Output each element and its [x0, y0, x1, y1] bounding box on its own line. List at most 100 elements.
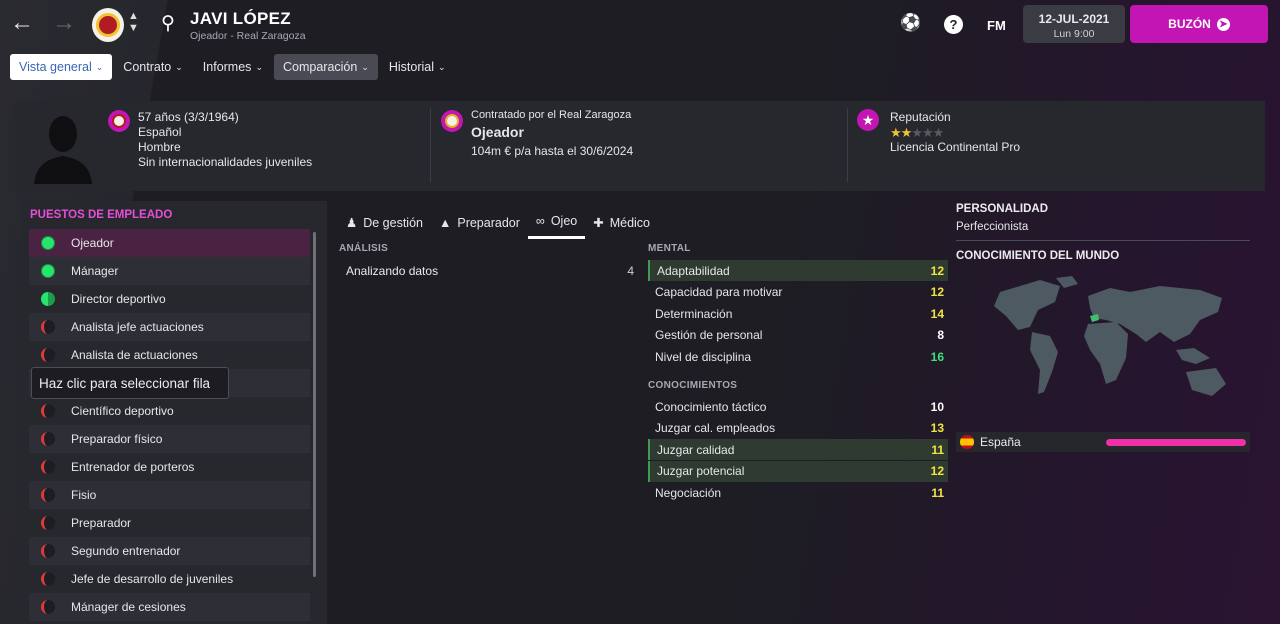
menu-contrato[interactable]: Contrato ⌄	[114, 54, 192, 80]
position-row[interactable]: Mánager de cesiones	[29, 593, 310, 621]
menu-label: Comparación	[282, 60, 358, 74]
menu-label: Contrato	[123, 60, 172, 74]
position-row[interactable]: Analista jefe actuaciones	[29, 313, 310, 341]
attribute-value: 8	[937, 328, 944, 343]
attribute-value: 10	[930, 399, 944, 414]
suitability-indicator	[41, 488, 55, 502]
attribute-row[interactable]: Negociación 11	[648, 482, 948, 503]
attribute-row[interactable]: Juzgar cal. empleados 13	[648, 418, 948, 439]
age-text: 57 años (3/3/1964)	[138, 110, 239, 124]
position-label: Preparador físico	[71, 432, 163, 446]
date-display[interactable]: 12-JUL-2021 Lun 9:00	[1023, 5, 1125, 43]
position-label: Mánager de cesiones	[71, 600, 186, 614]
attribute-value: 11	[931, 485, 944, 500]
inbox-button[interactable]: BUZÓN ➤	[1130, 5, 1268, 43]
star-icon: ★	[932, 125, 945, 140]
attribute-row[interactable]: Determinación 14	[648, 303, 948, 324]
binoculars-icon: ∞	[535, 214, 545, 228]
menu-comparacion[interactable]: Comparación ⌄	[273, 54, 378, 80]
position-label: Entrenador de porteros	[71, 460, 195, 474]
globe-ball-icon[interactable]: ⚽	[900, 13, 921, 33]
attribute-row[interactable]: Juzgar potencial 12	[648, 460, 948, 482]
position-row[interactable]: Jefe de desarrollo de juveniles	[29, 565, 310, 593]
fm-logo[interactable]: FM	[987, 18, 1006, 33]
tab-de-gestion[interactable]: ♟ De gestión	[338, 206, 431, 239]
attribute-row[interactable]: Gestión de personal 8	[648, 325, 948, 346]
analysis-title: ANÁLISIS	[339, 243, 389, 254]
position-row[interactable]: Analista de actuaciones	[29, 341, 310, 369]
position-row[interactable]: Científico deportivo	[29, 397, 310, 425]
position-row[interactable]: Segundo entrenador	[29, 537, 310, 565]
divider	[430, 108, 431, 182]
club-crest[interactable]	[92, 8, 124, 42]
attribute-name: Nivel de disciplina	[655, 349, 752, 364]
attribute-row[interactable]: Capacidad para motivar 12	[648, 282, 948, 303]
chevron-up-down-icon[interactable]: ▲ ▼	[128, 10, 139, 34]
attribute-name: Adaptabilidad	[657, 263, 730, 278]
attribute-value: 16	[930, 349, 944, 364]
position-label: Ojeador	[71, 236, 114, 250]
attribute-row[interactable]: Conocimiento táctico 10	[648, 396, 948, 417]
analysis-value: 4	[627, 264, 634, 278]
suitability-indicator	[41, 348, 55, 362]
position-row[interactable]: Preparador	[29, 509, 310, 537]
attribute-row[interactable]: Adaptabilidad 12	[648, 260, 948, 281]
attribute-name: Conocimiento táctico	[655, 399, 767, 414]
license-text: Licencia Continental Pro	[890, 140, 1021, 154]
gender-text: Hombre	[138, 140, 181, 154]
tab-medico[interactable]: ✚ Médico	[585, 206, 658, 239]
position-row[interactable]: Director deportivo	[29, 285, 310, 313]
suitability-indicator	[41, 320, 55, 334]
menu-historial[interactable]: Historial ⌄	[380, 54, 455, 80]
country-knowledge-bar	[1106, 439, 1246, 446]
tab-preparador[interactable]: ▲ Preparador	[431, 206, 528, 239]
suitability-indicator	[41, 516, 55, 530]
country-name: España	[980, 435, 1021, 449]
attribute-name: Negociación	[655, 485, 722, 500]
menu-vista-general[interactable]: Vista general ⌄	[10, 54, 113, 80]
divider	[956, 240, 1250, 241]
search-icon[interactable]: ⚲	[161, 12, 175, 35]
staff-subtitle: Ojeador - Real Zaragoza	[190, 30, 306, 42]
salary-text: 104m € p/a hasta el 30/6/2024	[471, 144, 634, 158]
suitability-indicator	[41, 292, 55, 306]
divider	[847, 108, 848, 182]
chevron-down-icon: ⌄	[361, 61, 369, 72]
attribute-row[interactable]: Juzgar calidad 11	[648, 439, 948, 461]
help-icon[interactable]: ?	[944, 15, 963, 34]
scrollbar[interactable]	[313, 232, 316, 577]
spain-flag-icon	[960, 435, 974, 449]
sub-menu: Vista general ⌄ Contrato ⌄ Informes ⌄ Compa…	[10, 54, 455, 80]
menu-informes[interactable]: Informes ⌄	[194, 54, 272, 80]
attribute-name: Juzgar cal. empleados	[655, 421, 776, 436]
arrow-right-circle-icon: ➤	[1216, 17, 1230, 31]
star-icon: ★	[890, 125, 902, 140]
back-arrow-icon[interactable]: ←	[9, 9, 35, 36]
attribute-name: Juzgar potencial	[657, 464, 745, 479]
position-label: Analista de actuaciones	[71, 348, 198, 362]
chevron-down-icon: ⌄	[175, 61, 183, 72]
position-row[interactable]: Mánager	[29, 257, 310, 285]
analysis-row[interactable]: Analizando datos 4	[338, 261, 638, 281]
position-label: Científico deportivo	[71, 404, 174, 418]
reputation-label: Reputación	[890, 110, 951, 124]
position-row[interactable]: Entrenador de porteros	[29, 453, 310, 481]
suitability-indicator	[41, 544, 55, 558]
personality-title: PERSONALIDAD	[956, 203, 1049, 215]
youth-caps-text: Sin internacionalidades juveniles	[138, 155, 313, 169]
menu-label: Historial	[388, 60, 435, 74]
forward-arrow-icon[interactable]: →	[51, 9, 77, 36]
position-label: Mánager	[71, 264, 119, 278]
club-badge-icon	[108, 110, 130, 132]
positions-panel: PUESTOS DE EMPLEADO Ojeador Mánager Direct…	[22, 201, 327, 624]
contract-label: Contratado por el Real Zaragoza	[471, 109, 632, 121]
position-label: Fisio	[71, 488, 97, 502]
suitability-indicator	[41, 572, 55, 586]
attribute-row[interactable]: Nivel de disciplina 16	[648, 346, 948, 367]
position-row[interactable]: Fisio	[29, 481, 310, 509]
position-row[interactable]: Preparador físico	[29, 425, 310, 453]
tab-ojeo[interactable]: ∞ Ojeo	[527, 206, 586, 239]
attribute-value: 11	[931, 442, 944, 457]
position-row[interactable]: Ojeador	[29, 229, 310, 257]
suitability-indicator	[41, 404, 55, 418]
